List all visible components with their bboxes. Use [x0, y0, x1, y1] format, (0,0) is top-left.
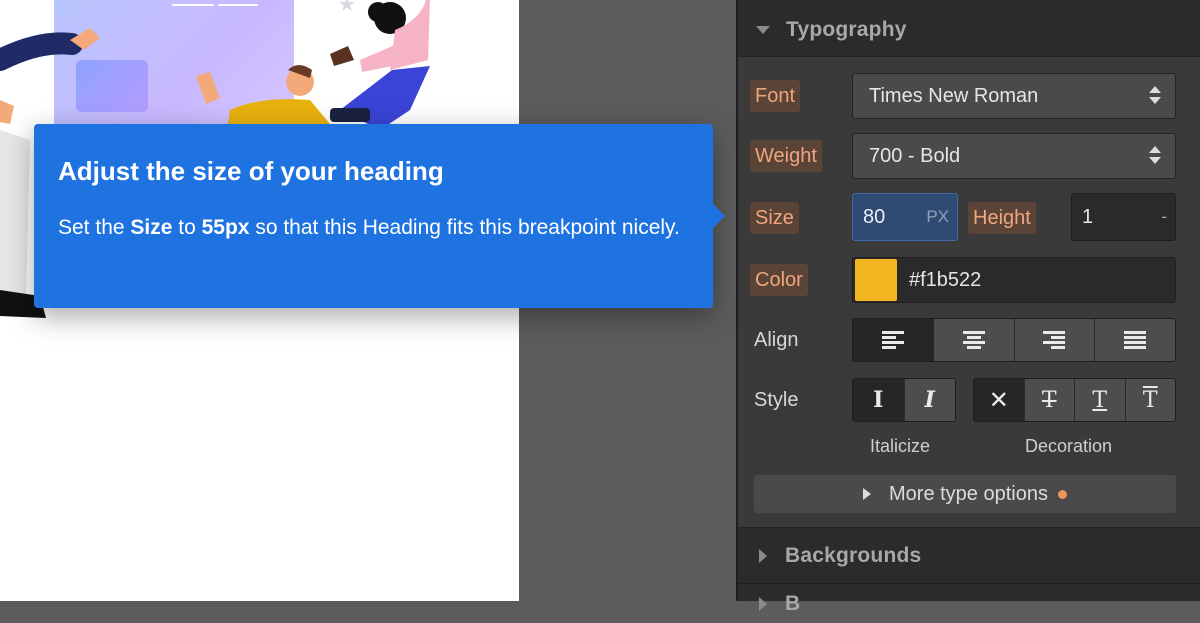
underline-icon: T: [1092, 387, 1108, 413]
caret-right-icon: [863, 488, 871, 500]
section-title: Backgrounds: [785, 544, 922, 567]
tooltip-body: Set the Size to 55px so that this Headin…: [58, 211, 689, 245]
font-value: Times New Roman: [869, 84, 1039, 107]
font-select[interactable]: Times New Roman: [852, 73, 1176, 119]
color-value: #f1b522: [909, 268, 982, 291]
align-justify-button[interactable]: [1095, 319, 1175, 361]
upright-i-icon: I: [873, 387, 884, 413]
tooltip-title: Adjust the size of your heading: [58, 156, 444, 186]
tooltip-text: to: [172, 216, 202, 239]
align-center-icon: [962, 331, 985, 349]
italicize-caption: Italicize: [870, 436, 931, 456]
align-left-button[interactable]: [853, 319, 934, 361]
align-left-icon: [881, 331, 904, 349]
italic-on-button[interactable]: I: [904, 379, 955, 421]
align-right-button[interactable]: [1014, 319, 1096, 361]
modified-dot-icon: [1057, 489, 1067, 499]
size-label: Size: [750, 202, 799, 234]
select-arrows-icon: [1149, 146, 1161, 166]
weight-value: 700 - Bold: [869, 144, 961, 167]
caret-right-icon: [759, 596, 767, 611]
italic-i-icon: I: [924, 387, 935, 413]
color-field[interactable]: #f1b522: [852, 257, 1176, 303]
tooltip-text: Set the: [58, 216, 131, 239]
overline-icon: T: [1142, 387, 1158, 413]
section-title: B: [785, 591, 801, 615]
caret-right-icon: [759, 549, 767, 563]
decoration-caption: Decoration: [1025, 436, 1113, 456]
align-center-button[interactable]: [933, 319, 1015, 361]
strikethrough-icon: T: [1041, 387, 1057, 413]
close-icon: ✕: [988, 386, 1009, 414]
more-type-options-label: More type options: [889, 482, 1048, 505]
size-value: 80: [863, 205, 886, 228]
height-value: 1: [1082, 205, 1094, 228]
height-input[interactable]: 1 -: [1071, 193, 1176, 241]
color-swatch[interactable]: [855, 259, 897, 301]
tooltip-bold-text: Size: [130, 216, 173, 239]
section-title: Typography: [786, 18, 907, 41]
overline-button[interactable]: T: [1125, 379, 1175, 421]
backgrounds-section-header[interactable]: Backgrounds: [738, 529, 1200, 583]
height-label: Height: [968, 202, 1036, 234]
font-label: Font: [750, 80, 801, 112]
more-type-options-button[interactable]: More type options: [754, 475, 1176, 513]
tooltip-bold-text: 55px: [201, 216, 250, 239]
decoration-none-button[interactable]: ✕: [974, 379, 1025, 421]
next-section-header[interactable]: B: [738, 583, 1200, 623]
size-unit[interactable]: PX: [926, 207, 949, 227]
style-label: Style: [754, 389, 799, 411]
tutorial-tooltip: Adjust the size of your heading Set the …: [34, 124, 725, 308]
decoration-buttons: ✕ T T T: [973, 378, 1176, 422]
color-label: Color: [750, 264, 808, 296]
italic-off-button[interactable]: I: [853, 379, 905, 421]
select-arrows-icon: [1149, 86, 1161, 106]
weight-select[interactable]: 700 - Bold: [852, 133, 1176, 179]
typography-section-header[interactable]: Typography: [738, 2, 1200, 58]
italic-buttons: I I: [852, 378, 956, 422]
typography-section: Font Times New Roman Weight 700 - Bold S…: [738, 56, 1200, 528]
weight-label: Weight: [750, 140, 822, 172]
size-input[interactable]: 80 PX: [852, 193, 958, 241]
tooltip-text: so that this Heading fits this breakpoin…: [249, 216, 680, 239]
align-buttons: [852, 318, 1176, 362]
strikethrough-button[interactable]: T: [1024, 379, 1075, 421]
align-right-icon: [1043, 331, 1066, 349]
align-label: Align: [754, 329, 799, 351]
align-justify-icon: [1124, 331, 1147, 349]
caret-down-icon: [756, 26, 770, 34]
style-panel: Typography Font Times New Roman Weight 7…: [736, 0, 1200, 615]
height-unit[interactable]: -: [1161, 207, 1167, 227]
underline-button[interactable]: T: [1075, 379, 1126, 421]
